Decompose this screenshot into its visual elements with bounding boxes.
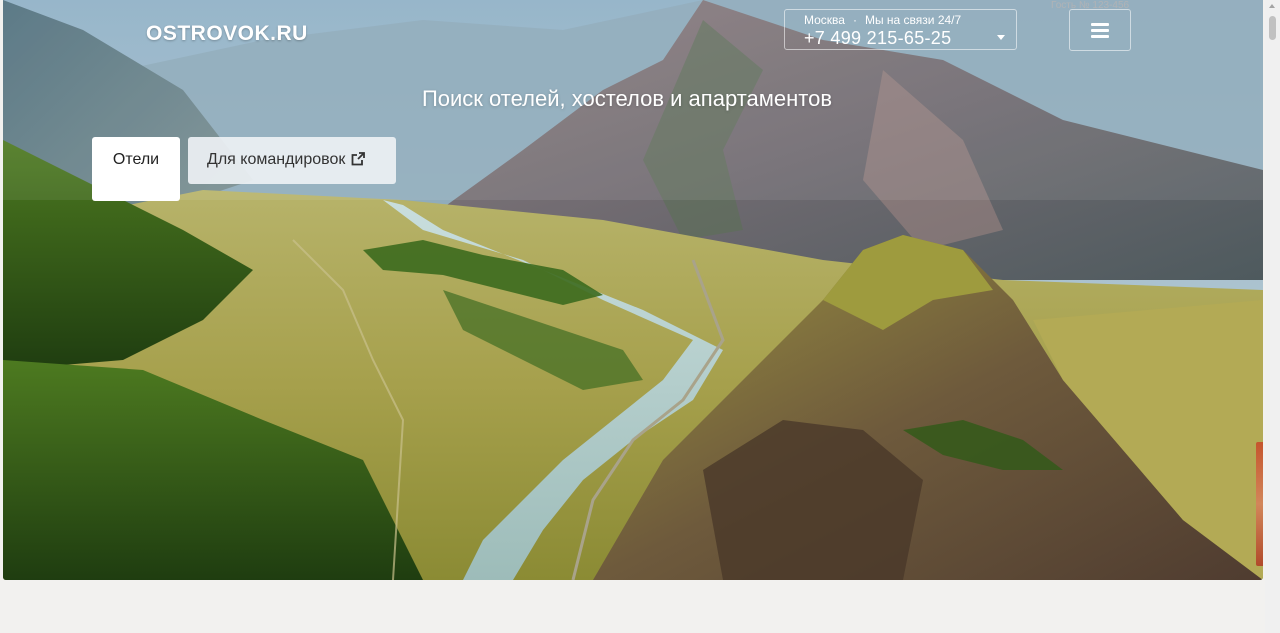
ostrovok-logo[interactable]: OSTROVOK.RU [146, 22, 308, 46]
side-feedback-tab[interactable] [1256, 442, 1263, 566]
tab-business-trips[interactable]: Для командировок [188, 137, 396, 184]
menu-button[interactable] [1069, 9, 1131, 51]
separator-dot: · [852, 13, 857, 27]
page: OSTROVOK.RU Гость № 123-456 Москва · Мы на… [0, 0, 1280, 633]
external-link-icon [351, 152, 366, 171]
chevron-down-icon [997, 35, 1005, 40]
contact-support-hours: Мы на связи 24/7 [864, 13, 962, 27]
contact-dropdown[interactable]: Москва · Мы на связи 24/7 +7 499 215-65-25 [784, 9, 1017, 50]
contact-phone: +7 499 215-65-25 [804, 28, 952, 48]
scrollbar-thumb[interactable] [1269, 16, 1276, 40]
contact-city: Москва [804, 13, 845, 27]
page-scrollbar[interactable] [1265, 0, 1280, 633]
hero-headline: Поиск отелей, хостелов и апартаментов [421, 86, 833, 111]
tab-hotels-label: Отели [112, 151, 160, 168]
scroll-up-arrow-icon[interactable] [1269, 4, 1275, 8]
hamburger-icon [1091, 22, 1109, 38]
tab-hotels[interactable]: Отели [92, 137, 180, 201]
tab-business-trips-label: Для командировок [207, 151, 346, 168]
